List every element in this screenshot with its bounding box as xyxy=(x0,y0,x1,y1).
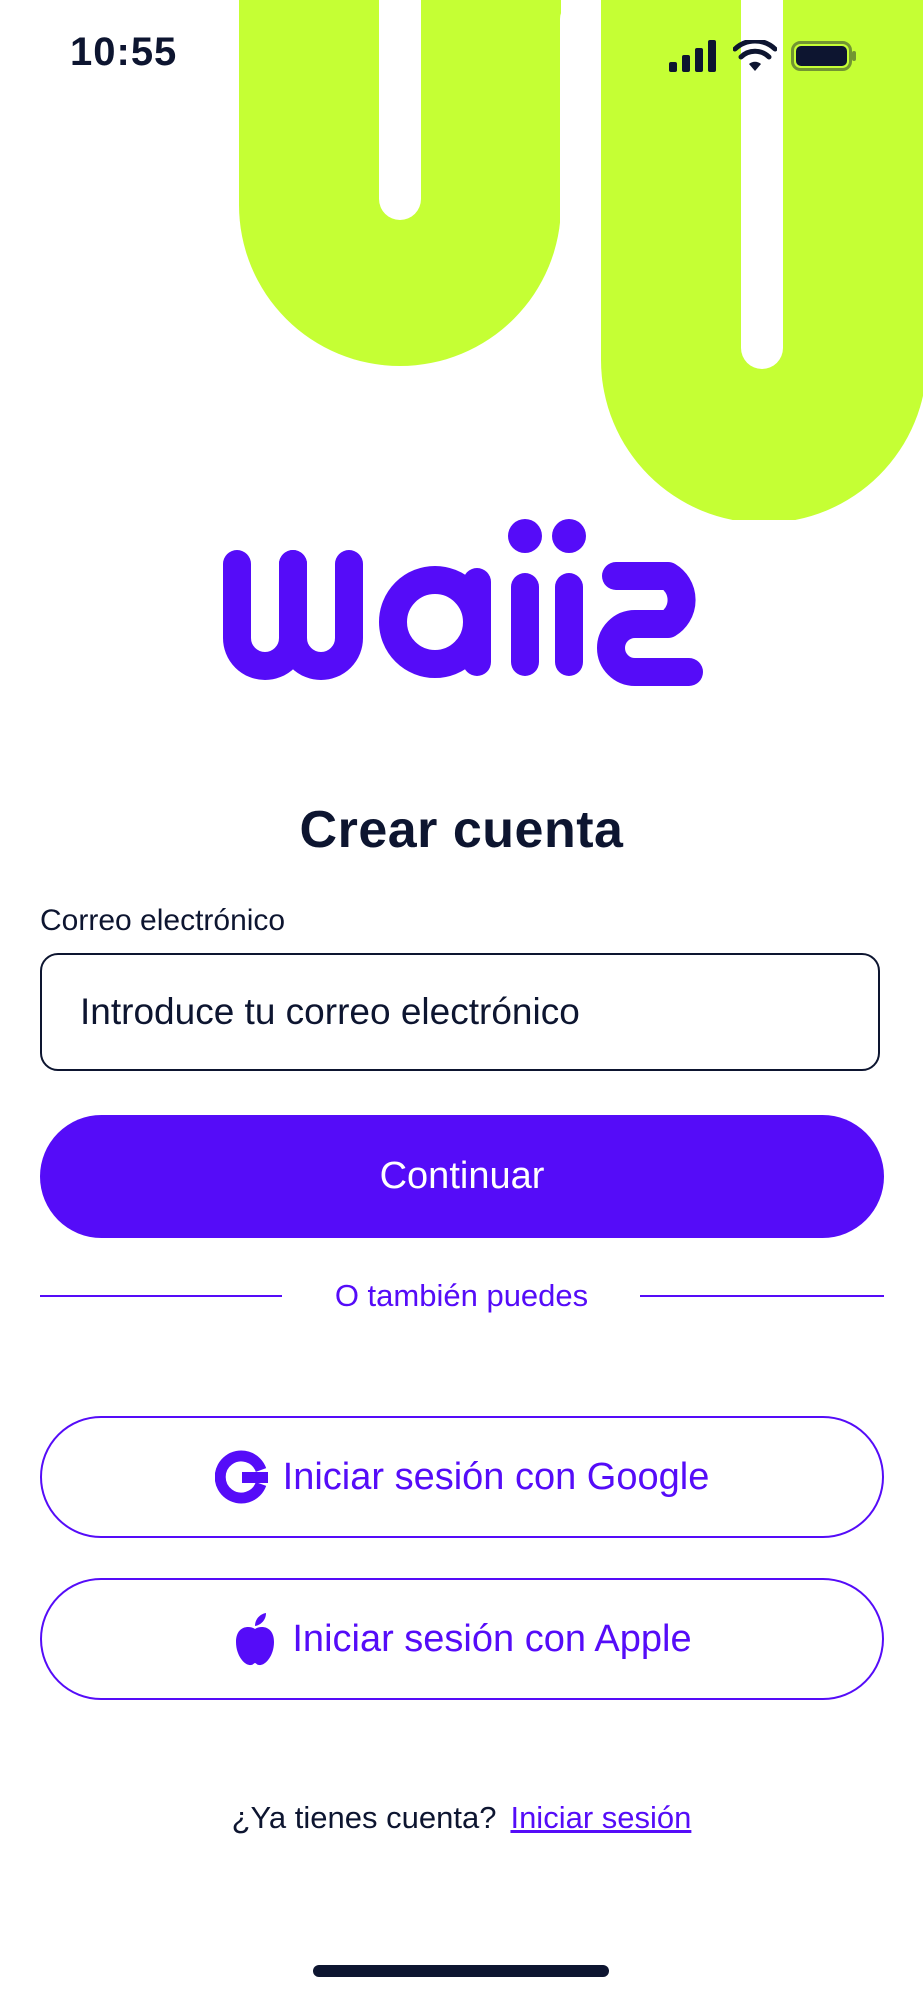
apple-icon xyxy=(236,1613,275,1666)
google-icon xyxy=(214,1450,268,1504)
email-field[interactable]: Introduce tu correo electrónico xyxy=(40,953,880,1071)
brand-logo xyxy=(223,519,703,686)
home-indicator xyxy=(313,1965,609,1977)
login-prompt: ¿Ya tienes cuenta? Iniciar sesión xyxy=(0,1800,923,1836)
status-bar-time: 10:55 xyxy=(70,30,178,74)
google-signin-button[interactable]: Iniciar sesión con Google xyxy=(40,1416,884,1538)
battery-icon xyxy=(791,41,856,71)
continue-button[interactable]: Continuar xyxy=(40,1115,884,1238)
email-placeholder: Introduce tu correo electrónico xyxy=(80,991,580,1032)
apple-button-label: Iniciar sesión con Apple xyxy=(292,1617,692,1660)
status-bar-icons xyxy=(669,36,857,76)
email-label: Correo electrónico xyxy=(40,904,286,937)
google-button-label: Iniciar sesión con Google xyxy=(282,1455,710,1498)
apple-signin-button[interactable]: Iniciar sesión con Apple xyxy=(40,1578,884,1700)
page-title: Crear cuenta xyxy=(299,801,624,859)
login-prompt-text: ¿Ya tienes cuenta? xyxy=(231,1800,497,1835)
decorative-lime-shapes xyxy=(239,0,923,520)
login-link[interactable]: Iniciar sesión xyxy=(510,1800,691,1835)
continue-button-label: Continuar xyxy=(379,1155,545,1197)
divider-text: O también puedes xyxy=(334,1278,589,1313)
wifi-icon xyxy=(733,40,777,71)
signal-icon xyxy=(669,40,716,72)
